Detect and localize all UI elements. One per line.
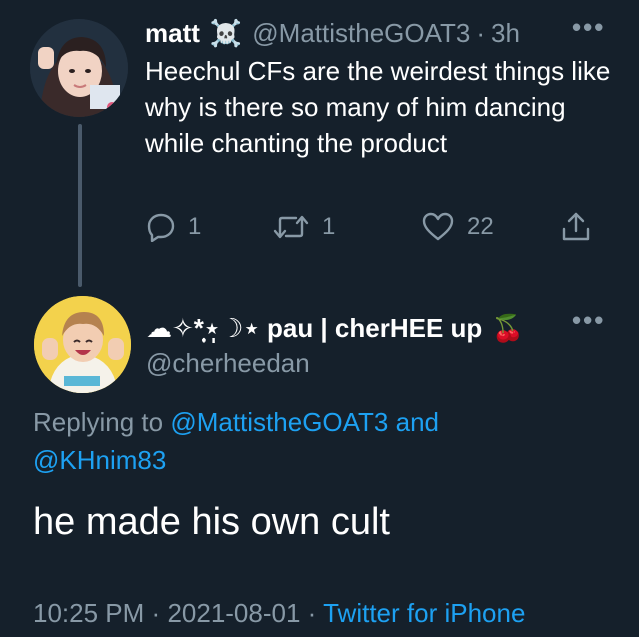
cherry-emoji-icon: 🍒 (491, 313, 524, 343)
like-button[interactable]: 22 (421, 207, 494, 247)
tweet-time[interactable]: 10:25 PM (33, 598, 144, 628)
replying-to-line: Replying to @MattistheGOAT3 and @KHnim83 (33, 403, 593, 479)
separator-dot: · (151, 598, 161, 628)
mention-link[interactable]: @KHnim83 (33, 445, 166, 475)
tweet-date[interactable]: 2021-08-01 (167, 598, 300, 628)
tweet-thread: matt ☠️ @MattistheGOAT3 · 3h ••• Heechul… (0, 0, 639, 637)
reply-display-name[interactable]: ☁︎✧*̣̩⋆̩☽⋆ pau | cherHEE up 🍒 (146, 310, 524, 346)
cherheedan-avatar[interactable] (34, 296, 131, 393)
retweet-count: 1 (322, 213, 336, 240)
reply-tweet-text: he made his own cult (33, 501, 390, 543)
reply-button[interactable]: 1 (146, 207, 201, 247)
display-name[interactable]: matt (145, 15, 200, 51)
parent-tweet-header: matt ☠️ @MattistheGOAT3 · 3h (145, 15, 520, 51)
separator-dot: · (307, 598, 317, 628)
and-link[interactable]: and (396, 407, 439, 437)
handle[interactable]: @MattistheGOAT3 (252, 15, 470, 51)
mention-link[interactable]: @MattistheGOAT3 (170, 407, 388, 437)
parent-tweet-text: Heechul CFs are the weirdest things like… (145, 56, 611, 158)
reply-count: 1 (188, 213, 202, 240)
reply-icon (147, 213, 175, 242)
retweet-icon (273, 215, 309, 239)
heart-icon (422, 212, 454, 241)
skull-emoji-icon: ☠️ (209, 18, 243, 48)
reply-display-name-text: ☁︎✧*̣̩⋆̩☽⋆ pau | cherHEE up (146, 313, 483, 343)
more-options-icon[interactable]: ••• (572, 12, 605, 43)
replying-to-label: Replying to (33, 407, 164, 437)
share-icon (562, 212, 590, 241)
like-count: 22 (467, 213, 494, 240)
source-link[interactable]: Twitter for iPhone (323, 598, 525, 628)
share-button[interactable] (560, 207, 592, 247)
tweet-time[interactable]: 3h (491, 15, 520, 51)
matt-avatar[interactable] (30, 19, 128, 117)
tweet-metadata: 10:25 PM · 2021-08-01 · Twitter for iPho… (33, 596, 525, 630)
retweet-button[interactable]: 1 (272, 207, 335, 247)
more-options-icon[interactable]: ••• (572, 305, 605, 336)
reply-handle[interactable]: @cherheedan (146, 347, 310, 379)
separator-dot: · (476, 18, 486, 48)
avatar-image-icon (30, 19, 128, 117)
thread-connector-line (78, 124, 82, 287)
avatar-image-icon (34, 296, 131, 393)
